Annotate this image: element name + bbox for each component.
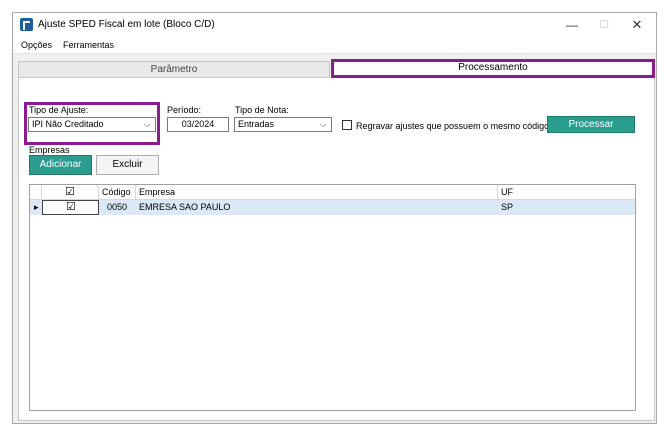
title-bar: Ajuste SPED Fiscal em lote (Bloco C/D) —… — [13, 13, 656, 37]
header-row-indicator — [30, 185, 42, 200]
header-uf[interactable]: UF — [498, 185, 637, 200]
tipo-nota-value: Entradas — [238, 119, 275, 129]
app-logo-icon — [20, 18, 33, 31]
check-icon: ☑ — [65, 186, 75, 198]
tipo-nota-select[interactable]: Entradas ⌵ — [234, 117, 332, 132]
tab-parametro[interactable]: Parâmetro — [18, 61, 330, 78]
row-pointer-icon: ▸ — [30, 200, 42, 215]
menu-opcoes[interactable]: Opções — [21, 40, 52, 50]
empresas-grid: ☑ Código Empresa UF ▸ ☑ 0050 EMRESA SAO … — [29, 184, 636, 411]
tipo-ajuste-label: Tipo de Ajuste: — [29, 105, 89, 115]
table-row[interactable]: ▸ ☑ 0050 EMRESA SAO PAULO SP — [30, 200, 635, 215]
tipo-nota-label: Tipo de Nota: — [235, 105, 289, 115]
tipo-ajuste-value: IPI Não Creditado — [32, 119, 104, 129]
grid-header: ☑ Código Empresa UF — [30, 185, 635, 200]
regravar-label: Regravar ajustes que possuem o mesmo cód… — [356, 121, 550, 131]
row-empresa: EMRESA SAO PAULO — [136, 200, 498, 215]
row-codigo: 0050 — [99, 200, 136, 215]
excluir-button[interactable]: Excluir — [96, 155, 159, 175]
app-window: Ajuste SPED Fiscal em lote (Bloco C/D) —… — [12, 12, 657, 424]
header-codigo[interactable]: Código — [99, 185, 136, 200]
periodo-label: Período: — [167, 105, 202, 115]
chevron-down-icon: ⌵ — [143, 120, 151, 129]
minimize-button[interactable]: — — [561, 16, 583, 34]
chevron-down-icon: ⌵ — [319, 120, 327, 129]
adicionar-button[interactable]: Adicionar — [29, 155, 92, 175]
window-title: Ajuste SPED Fiscal em lote (Bloco C/D) — [38, 19, 215, 30]
close-button[interactable]: ✕ — [626, 16, 648, 34]
header-select-all[interactable]: ☑ — [42, 185, 99, 200]
row-uf: SP — [501, 202, 514, 212]
processar-button[interactable]: Processar — [547, 116, 635, 133]
row-checkbox[interactable]: ☑ — [42, 200, 99, 215]
tipo-ajuste-select[interactable]: IPI Não Creditado ⌵ — [28, 117, 156, 132]
empresas-label: Empresas — [29, 145, 70, 155]
menu-bar: Opções Ferramentas — [13, 37, 656, 54]
maximize-button[interactable]: ☐ — [593, 16, 615, 34]
check-icon: ☑ — [66, 201, 76, 213]
header-empresa[interactable]: Empresa — [136, 185, 498, 200]
tab-processamento[interactable]: Processamento — [331, 59, 655, 78]
regravar-checkbox[interactable] — [342, 120, 352, 130]
periodo-input[interactable]: 03/2024 — [167, 117, 229, 132]
menu-ferramentas[interactable]: Ferramentas — [63, 40, 114, 50]
